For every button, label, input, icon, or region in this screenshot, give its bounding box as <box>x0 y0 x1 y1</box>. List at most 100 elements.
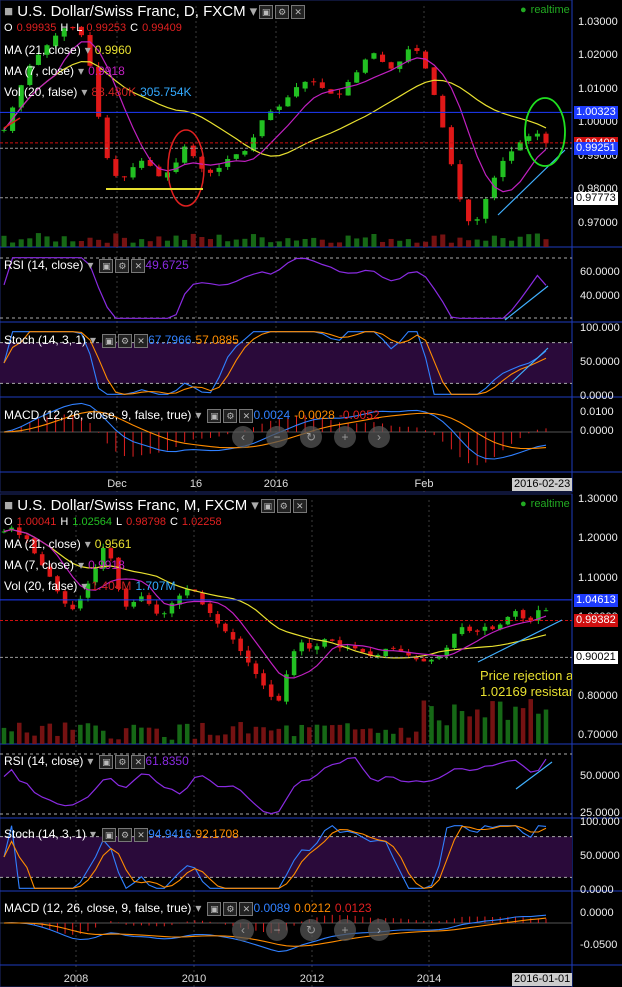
zoom-in-icon[interactable]: + <box>334 426 356 448</box>
volume-bar <box>146 727 152 744</box>
volume-legend: Vol (20, false) ▾ 1.404M 1.707M <box>4 579 179 593</box>
candle <box>371 53 377 59</box>
volume-bar <box>215 735 221 744</box>
price-tick: 0.97000 <box>578 216 618 229</box>
realtime-indicator: ● realtime <box>520 4 574 16</box>
close-icon[interactable]: ✕ <box>291 5 306 20</box>
volume-bar <box>108 738 114 744</box>
volume-bar <box>93 725 98 744</box>
volume-bar <box>452 704 457 744</box>
zoom-out-icon[interactable]: − <box>266 919 288 941</box>
volume-bar <box>490 701 495 744</box>
close-icon[interactable]: ✕ <box>131 258 146 273</box>
dropdown-icon: ▾ <box>78 558 85 572</box>
price-tick: 1.20000 <box>578 532 618 545</box>
zoom-out-icon[interactable]: − <box>266 426 288 448</box>
ma21-legend: MA (21, close) ▾ 0.9960 <box>4 43 135 57</box>
volume-bar <box>398 727 404 744</box>
volume-bar <box>238 722 243 744</box>
candle <box>513 611 518 617</box>
volume-bar <box>250 234 257 247</box>
volume-bar <box>100 730 106 744</box>
dropdown-icon: ▾ <box>87 258 94 272</box>
settings-icon[interactable]: ▣ <box>102 333 117 348</box>
volume-bar <box>482 717 488 744</box>
gear-icon[interactable]: ⚙ <box>115 258 130 273</box>
scroll-right-icon[interactable]: › <box>368 426 390 448</box>
gear-icon[interactable]: ⚙ <box>118 333 133 348</box>
close-icon[interactable]: ✕ <box>134 333 149 348</box>
gear-icon[interactable]: ⚙ <box>115 754 130 769</box>
candle <box>520 610 526 619</box>
candle <box>543 610 549 612</box>
settings-icon[interactable]: ▣ <box>207 901 222 916</box>
volume-bar <box>225 241 231 247</box>
settings-icon[interactable]: ▣ <box>99 754 114 769</box>
close-value: 1.02258 <box>181 516 222 528</box>
volume-bar <box>242 238 248 247</box>
volume-value-1: 1.404M <box>91 579 132 593</box>
chart-title-text: U.S. Dollar/Swiss Franc, M, FXCM <box>17 497 248 514</box>
stoch-band <box>0 836 572 878</box>
volume-bar <box>497 701 503 744</box>
volume-bar <box>116 739 121 744</box>
close-icon[interactable]: ✕ <box>292 499 307 514</box>
volume-bar <box>1 727 7 744</box>
candle <box>319 82 325 88</box>
gear-icon[interactable]: ⚙ <box>275 5 290 20</box>
scroll-left-icon[interactable]: ‹ <box>232 919 254 941</box>
close-icon[interactable]: ✕ <box>134 827 149 842</box>
candle <box>483 199 489 219</box>
scroll-right-icon[interactable]: › <box>368 919 390 941</box>
macd-tick: 0.0100 <box>580 406 614 418</box>
volume-bar <box>360 729 366 744</box>
volume-bar <box>268 730 274 744</box>
volume-bar <box>413 731 419 744</box>
settings-icon[interactable]: ▣ <box>102 827 117 842</box>
volume-bar <box>169 739 175 744</box>
gear-icon[interactable]: ⚙ <box>223 901 238 916</box>
zoom-in-icon[interactable]: + <box>334 919 356 941</box>
dropdown-icon[interactable]: ▾ <box>250 3 258 20</box>
stoch-tick: 100.000 <box>580 322 620 334</box>
reset-icon[interactable]: ↻ <box>300 919 322 941</box>
rsi-legend-value: 49.6725 <box>145 258 189 272</box>
scroll-left-icon[interactable]: ‹ <box>232 426 254 448</box>
gear-icon[interactable]: ⚙ <box>276 499 291 514</box>
candle <box>391 647 396 649</box>
volume-bar <box>362 237 368 247</box>
volume-bar <box>391 733 396 744</box>
volume-bar <box>328 242 334 247</box>
settings-icon[interactable]: ▣ <box>207 408 222 423</box>
reset-icon[interactable]: ↻ <box>300 426 322 448</box>
volume-bar <box>448 242 454 247</box>
volume-bar <box>32 735 37 744</box>
gear-icon[interactable]: ⚙ <box>118 827 133 842</box>
dropdown-icon[interactable]: ▾ <box>251 497 259 514</box>
volume-bar <box>216 234 222 247</box>
ma21-legend-label: MA (21, close) <box>4 43 81 57</box>
settings-icon[interactable]: ▣ <box>259 5 274 20</box>
volume-bar <box>123 728 129 744</box>
gear-icon[interactable]: ⚙ <box>223 408 238 423</box>
close-icon[interactable]: ✕ <box>239 408 254 423</box>
close-icon[interactable]: ✕ <box>131 754 146 769</box>
close-icon[interactable]: ✕ <box>239 901 254 916</box>
candle <box>223 623 228 632</box>
candle <box>517 142 523 151</box>
price-badge: 0.97773 <box>574 191 618 205</box>
high-value: 1.02564 <box>72 516 113 528</box>
low-value: 0.99253 <box>86 22 127 34</box>
settings-icon[interactable]: ▣ <box>260 499 275 514</box>
volume-bar <box>207 239 214 247</box>
settings-icon[interactable]: ▣ <box>99 258 114 273</box>
rsi-legend-label: RSI (14, close) <box>4 754 84 768</box>
candle <box>130 167 136 178</box>
volume-bar <box>131 724 137 744</box>
high-label: H <box>60 516 69 528</box>
candle <box>379 54 386 62</box>
volume-bar <box>18 239 24 247</box>
candle <box>291 651 297 676</box>
stoch-legend: Stoch (14, 3, 1) ▾ ▣ ⚙ ✕ 94.9416 92.1708 <box>4 827 243 842</box>
volume-bar <box>345 235 351 247</box>
